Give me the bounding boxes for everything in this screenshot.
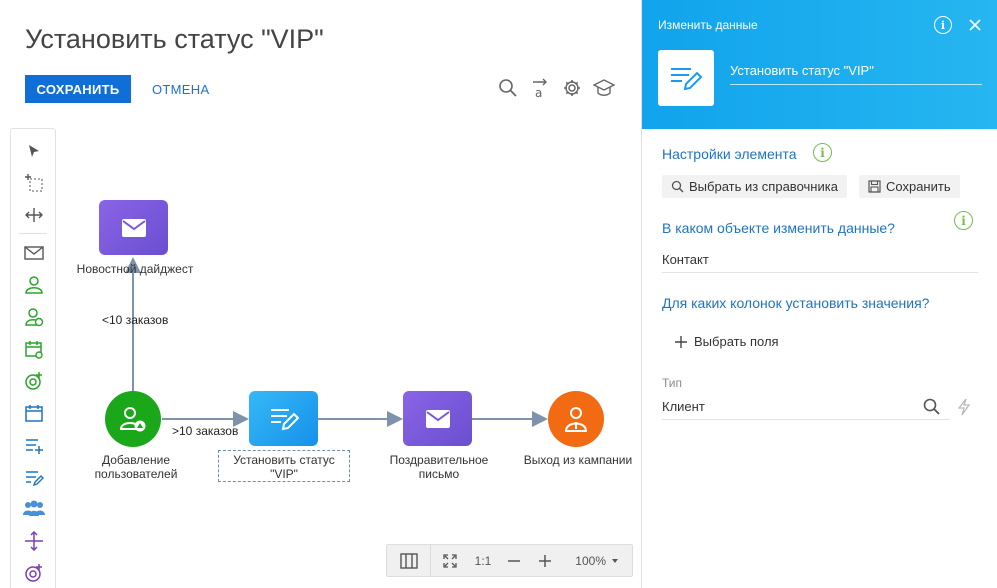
lightning-icon[interactable] bbox=[956, 398, 972, 416]
panel-header-title: Изменить данные bbox=[658, 18, 758, 32]
toolbox-divider bbox=[19, 233, 47, 234]
envelope-icon bbox=[121, 218, 146, 237]
search-icon[interactable] bbox=[923, 398, 941, 416]
actual-size-button[interactable]: 1:1 bbox=[469, 545, 497, 576]
map-icon[interactable] bbox=[387, 545, 431, 576]
gear-icon[interactable] bbox=[561, 77, 583, 99]
save-settings-label: Сохранить bbox=[886, 179, 951, 194]
list-edit-icon bbox=[270, 408, 299, 430]
lasso-icon[interactable] bbox=[22, 171, 46, 195]
target-icon[interactable] bbox=[22, 369, 46, 393]
save-button[interactable]: СОХРАНИТЬ bbox=[25, 75, 131, 103]
search-icon[interactable] bbox=[497, 77, 519, 99]
move-icon[interactable] bbox=[22, 529, 46, 553]
info-icon[interactable]: i bbox=[813, 143, 832, 162]
columns-question: Для каких колонок установить значения? bbox=[662, 295, 930, 311]
list-add-icon[interactable] bbox=[22, 433, 46, 457]
pick-fields-label: Выбрать поля bbox=[694, 334, 779, 349]
info-icon[interactable]: i bbox=[934, 16, 952, 34]
element-settings-title[interactable]: Настройки элемента bbox=[662, 146, 797, 162]
floppy-icon bbox=[868, 180, 881, 193]
pick-fields-button[interactable]: Выбрать поля bbox=[674, 334, 779, 349]
node-label-add-users: Добавление пользователей bbox=[94, 453, 178, 481]
zoom-in-icon[interactable] bbox=[531, 545, 559, 576]
academy-icon[interactable] bbox=[593, 77, 615, 99]
contact-group-icon[interactable] bbox=[22, 305, 46, 329]
zoom-level-select[interactable]: 100% bbox=[559, 545, 629, 576]
contact-add-icon bbox=[119, 407, 146, 432]
app-root: Новостной дайджест Добавление пользовате… bbox=[0, 0, 997, 588]
text-format-icon[interactable]: a bbox=[529, 77, 551, 99]
node-set-vip-status[interactable] bbox=[249, 391, 318, 446]
users-group-icon[interactable] bbox=[22, 497, 46, 521]
object-field[interactable]: Контакт bbox=[662, 252, 978, 273]
save-settings-button[interactable]: Сохранить bbox=[859, 175, 960, 198]
edge-label-less-10: <10 заказов bbox=[102, 313, 169, 327]
list-edit-icon bbox=[671, 68, 703, 91]
plus-icon bbox=[675, 335, 687, 348]
user-exit-icon bbox=[564, 407, 588, 432]
pick-from-lookup-label: Выбрать из справочника bbox=[689, 179, 838, 194]
pick-from-lookup-button[interactable]: Выбрать из справочника bbox=[662, 175, 847, 198]
search-icon bbox=[671, 180, 684, 193]
list-edit-icon[interactable] bbox=[22, 465, 46, 489]
edge-label-more-10: >10 заказов bbox=[172, 424, 239, 438]
target-plus-icon[interactable] bbox=[22, 561, 46, 585]
node-campaign-exit[interactable] bbox=[548, 391, 604, 447]
svg-text:a: a bbox=[535, 86, 542, 99]
connect-icon[interactable] bbox=[22, 203, 46, 227]
node-label-set-vip: Установить статус "VIP" bbox=[233, 453, 335, 481]
calendar-user-icon[interactable] bbox=[22, 337, 46, 361]
type-value: Клиент bbox=[662, 399, 705, 414]
type-label: Тип bbox=[662, 376, 683, 390]
fit-screen-icon[interactable] bbox=[431, 545, 469, 576]
calendar-icon[interactable] bbox=[22, 401, 46, 425]
pointer-icon[interactable] bbox=[22, 139, 46, 163]
element-settings-panel: Изменить данные i Установить статус "VIP… bbox=[641, 0, 997, 588]
panel-header: Изменить данные i Установить статус "VIP… bbox=[642, 0, 997, 129]
node-label-congrats: Поздравительное письмо bbox=[389, 453, 489, 481]
close-icon[interactable] bbox=[967, 17, 983, 33]
page-title: Установить статус "VIP" bbox=[25, 24, 324, 54]
envelope-icon[interactable] bbox=[22, 241, 46, 265]
object-question: В каком объекте изменить данные? bbox=[662, 220, 895, 236]
zoom-out-icon[interactable] bbox=[497, 545, 531, 576]
envelope-icon bbox=[425, 409, 450, 428]
zoom-level-value: 100% bbox=[575, 553, 606, 568]
zoom-toolbar: 1:1 100% bbox=[386, 544, 633, 577]
cancel-button[interactable]: ОТМЕНА bbox=[152, 75, 209, 103]
node-congrats-letter[interactable] bbox=[403, 391, 472, 446]
element-type-icon-box bbox=[658, 50, 714, 106]
node-label-digest: Новостной дайджест bbox=[76, 262, 194, 276]
node-newsletter-digest[interactable] bbox=[99, 200, 168, 255]
node-label-exit: Выход из кампании bbox=[523, 453, 633, 467]
element-name-field[interactable]: Установить статус "VIP" bbox=[730, 63, 982, 85]
type-field[interactable]: Клиент bbox=[662, 399, 950, 420]
contact-add-icon[interactable] bbox=[22, 273, 46, 297]
info-icon[interactable]: i bbox=[954, 211, 973, 230]
chevron-down-icon bbox=[612, 558, 618, 563]
node-add-users[interactable] bbox=[105, 391, 161, 447]
element-toolbox bbox=[10, 128, 56, 588]
